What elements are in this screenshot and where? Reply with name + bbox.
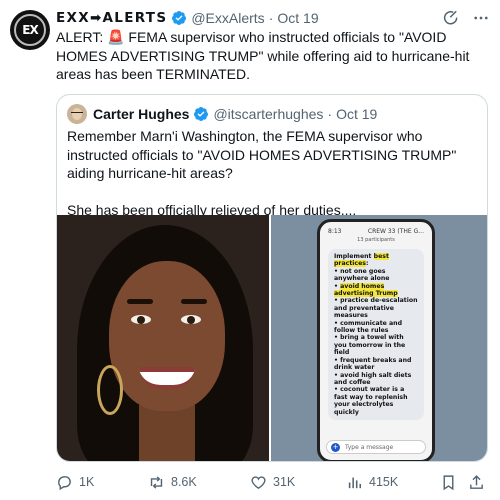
- separator: ·: [327, 106, 333, 122]
- chat-message: Implement best practices: not one goes a…: [328, 249, 424, 420]
- chat-bullet-item: bring a towel with you tomorrow in the f…: [334, 334, 418, 356]
- verified-badge-icon: [172, 11, 187, 25]
- phone-screenshot-photo[interactable]: 8:13 CREW 33 (THE G... 13 participants I…: [271, 215, 487, 461]
- phone-time: 8:13: [328, 228, 342, 235]
- chat-line: Implement: [334, 253, 372, 260]
- tweet-text: ALERT: 🚨 FEMA supervisor who instructed …: [56, 29, 470, 82]
- chat-bullets: not one goes anywhere aloneavoid homes a…: [334, 268, 418, 416]
- like-button[interactable]: 31K: [250, 474, 295, 491]
- grok-icon[interactable]: [442, 9, 460, 27]
- reply-icon: [58, 475, 71, 490]
- bookmark-icon: [443, 474, 454, 490]
- separator: ·: [268, 10, 274, 26]
- quote-avatar: [67, 104, 87, 124]
- exx-avatar[interactable]: EX: [10, 10, 50, 50]
- phone-participants: 13 participants: [357, 237, 395, 243]
- phone-chat-title: CREW 33 (THE G...: [367, 228, 424, 235]
- quote-handle: @itscarterhughes: [213, 106, 324, 122]
- like-count: 31K: [273, 475, 296, 489]
- share-button[interactable]: [468, 474, 485, 491]
- handle[interactable]: @ExxAlerts: [191, 10, 264, 26]
- view-count: 415K: [369, 475, 399, 489]
- quoted-tweet-header: Carter Hughes @itscarterhughes · Oct 19: [67, 104, 377, 124]
- tweet-date[interactable]: Oct 19: [277, 10, 318, 26]
- plus-icon: +: [331, 443, 340, 452]
- action-bar: 1K 8.6K 31K 415K: [56, 472, 488, 492]
- phone: 8:13 CREW 33 (THE G... 13 participants I…: [317, 219, 435, 461]
- reply-count: 1K: [79, 475, 95, 489]
- share-icon: [470, 474, 483, 489]
- exx-logo-icon: EX: [14, 14, 46, 46]
- bookmark-button[interactable]: [440, 474, 457, 491]
- quote-display-name: Carter Hughes: [93, 106, 190, 122]
- views-button[interactable]: 415K: [346, 474, 398, 491]
- repost-count: 8.6K: [171, 475, 197, 489]
- more-icon[interactable]: [472, 9, 490, 27]
- quote-paragraph: Remember Marn'i Washington, the FEMA sup…: [67, 128, 457, 181]
- chat-bullet-item: avoid high salt diets and coffee: [334, 372, 418, 387]
- chat-bullet-item: communicate and follow the rules: [334, 320, 418, 335]
- chat-bullet-item: not one goes anywhere alone: [334, 268, 418, 283]
- reply-button[interactable]: 1K: [56, 474, 94, 491]
- quoted-tweet[interactable]: Carter Hughes @itscarterhughes · Oct 19 …: [56, 94, 488, 462]
- tweet-header: EXX➡ALERTS @ExxAlerts · Oct 19: [56, 8, 490, 28]
- portrait-photo[interactable]: [57, 215, 269, 461]
- chat-bullet-item: practice de-escalation and preventative …: [334, 297, 418, 319]
- chat-bullet-item: coconut water is a fast way to replenish…: [334, 386, 418, 416]
- views-icon: [348, 477, 362, 488]
- quote-date: Oct 19: [336, 106, 378, 122]
- message-placeholder: Type a message: [345, 443, 394, 451]
- heart-icon: [251, 475, 266, 489]
- repost-icon: [150, 475, 163, 489]
- message-input: + Type a message: [326, 440, 426, 454]
- chat-bullet-item: avoid homes advertising Trump: [334, 282, 418, 298]
- display-name[interactable]: EXX➡ALERTS: [56, 10, 167, 26]
- verified-badge-icon: [194, 107, 209, 121]
- repost-button[interactable]: 8.6K: [148, 474, 197, 491]
- chat-bullet-item: frequent breaks and drink water: [334, 357, 418, 372]
